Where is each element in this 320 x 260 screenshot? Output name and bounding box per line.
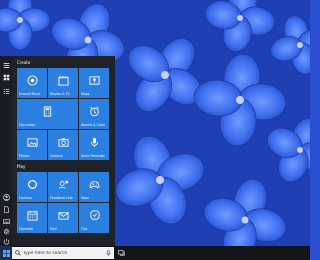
tile-label: Camera — [50, 154, 63, 158]
tile-groove-music[interactable]: Groove Music — [17, 68, 47, 98]
calculator-icon — [17, 105, 78, 118]
group-header-create: Create — [17, 60, 31, 65]
tile-tips[interactable]: Tips — [79, 203, 109, 233]
tile-alarms-clock[interactable]: Alarms & Clock — [79, 99, 109, 129]
pictures-icon[interactable] — [1, 216, 11, 226]
tile-label: Movies & TV — [50, 92, 70, 96]
tile-photos[interactable]: Photos — [17, 130, 47, 160]
tile-xbox[interactable]: Xbox — [79, 172, 109, 202]
search-icon — [15, 250, 21, 256]
task-view-icon — [117, 250, 125, 256]
start-menu: Create Groove Music Movies & TV Maps Cal… — [0, 56, 115, 246]
group-header-play: Play — [17, 164, 26, 169]
microphone-icon — [79, 136, 109, 149]
tile-label: Calculator — [19, 123, 36, 127]
document-icon[interactable] — [1, 204, 11, 214]
tile-camera[interactable]: Camera — [48, 130, 78, 160]
tile-cortana[interactable]: Cortana — [17, 172, 47, 202]
tips-icon — [79, 209, 109, 222]
camera-icon — [48, 136, 78, 149]
tile-label: Feedback Hub — [50, 196, 73, 200]
settings-icon[interactable] — [1, 226, 11, 236]
tile-label: Maps — [81, 92, 90, 96]
tile-label: Mail — [50, 227, 57, 231]
microphone-icon[interactable] — [106, 250, 111, 256]
tile-label: Calendar — [19, 227, 34, 231]
windows-logo-icon — [2, 249, 10, 257]
hamburger-menu-icon[interactable] — [1, 60, 11, 70]
photos-icon — [17, 136, 47, 149]
mail-icon — [48, 209, 78, 222]
tile-label: Xbox — [81, 196, 89, 200]
search-input[interactable] — [23, 247, 101, 259]
start-menu-rail — [0, 56, 12, 246]
movies-tv-icon — [48, 74, 78, 87]
tile-mail[interactable]: Mail — [48, 203, 78, 233]
tile-voice-recorder[interactable]: Voice Recorder — [79, 130, 109, 160]
taskbar-search-box[interactable] — [12, 247, 114, 259]
alarm-clock-icon — [79, 105, 109, 118]
task-view-button[interactable] — [117, 249, 126, 257]
feedback-hub-icon — [48, 178, 78, 191]
tile-label: Photos — [19, 154, 30, 158]
xbox-icon — [79, 178, 109, 191]
calendar-icon — [17, 209, 47, 222]
tile-calculator[interactable]: Calculator — [17, 99, 78, 129]
start-button[interactable] — [0, 246, 12, 260]
tiles-icon[interactable] — [1, 72, 11, 82]
tile-label: Groove Music — [19, 92, 41, 96]
tile-movies-tv[interactable]: Movies & TV — [48, 68, 78, 98]
tile-label: Voice Recorder — [81, 154, 105, 158]
list-icon[interactable] — [1, 86, 11, 96]
power-icon[interactable] — [1, 236, 11, 246]
tile-label: Tips — [81, 227, 88, 231]
groove-music-icon — [17, 74, 47, 87]
taskbar — [0, 246, 310, 260]
tile-label: Cortana — [19, 196, 32, 200]
tile-label: Alarms & Clock — [81, 123, 106, 127]
tile-maps[interactable]: Maps — [79, 68, 109, 98]
maps-icon — [79, 74, 109, 87]
tile-feedback-hub[interactable]: Feedback Hub — [48, 172, 78, 202]
user-avatar-icon[interactable] — [1, 192, 11, 202]
cortana-icon — [17, 178, 47, 191]
tile-calendar[interactable]: Calendar — [17, 203, 47, 233]
